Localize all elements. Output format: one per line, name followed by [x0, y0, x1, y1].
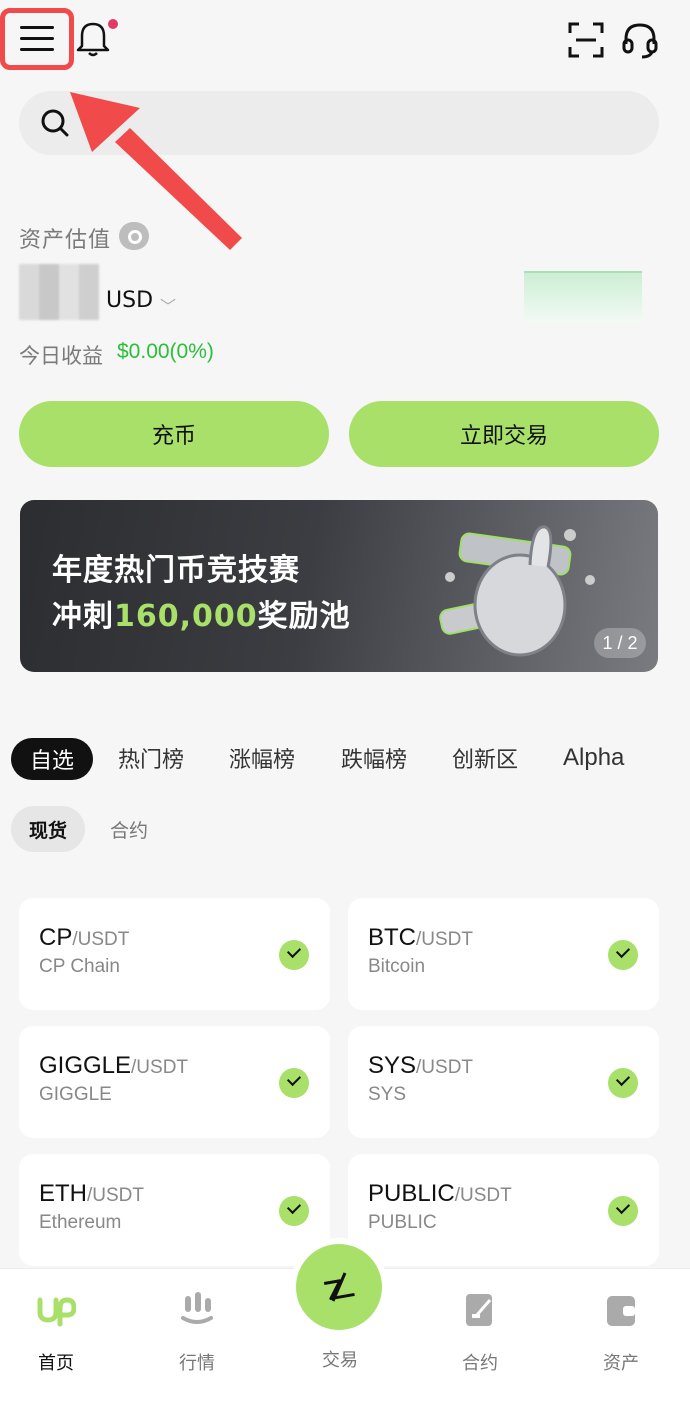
- nav-futures[interactable]: 合约: [440, 1290, 520, 1375]
- thumbs-up-trophy-icon: [439, 525, 595, 657]
- chevron-down-icon[interactable]: ﹀: [160, 293, 176, 317]
- pair-quote: /USDT: [87, 1185, 144, 1206]
- tab-alpha[interactable]: Alpha: [563, 744, 624, 772]
- coin-name: PUBLIC: [368, 1212, 437, 1233]
- nav-futures-label: 合约: [462, 1353, 498, 1374]
- pair-base: ETH: [39, 1180, 87, 1207]
- deposit-button[interactable]: 充币: [19, 401, 329, 467]
- trade-fab-button[interactable]: [296, 1244, 382, 1330]
- tab-innovation[interactable]: 创新区: [452, 742, 518, 774]
- hamburger-menu-icon: [20, 26, 54, 52]
- pair-base: GIGGLE: [39, 1052, 132, 1079]
- pair-base: SYS: [368, 1052, 417, 1079]
- coin-name: CP Chain: [39, 956, 120, 977]
- notification-dot: [108, 19, 118, 29]
- pair-quote: /USDT: [416, 1057, 474, 1078]
- banner-subtitle-prefix: 冲刺: [52, 599, 114, 634]
- pair-label: CP/USDT: [39, 924, 129, 952]
- eye-icon[interactable]: [119, 222, 149, 250]
- subtab-futures[interactable]: 合约: [110, 816, 148, 843]
- today-pnl-value: $0.00(0%): [117, 340, 214, 363]
- today-pnl-label: 今日收益: [19, 344, 103, 368]
- pair-quote: /USDT: [131, 1057, 189, 1078]
- market-icon: [181, 1292, 213, 1324]
- tab-losers[interactable]: 跌幅榜: [341, 742, 407, 774]
- check-icon[interactable]: [608, 940, 638, 970]
- nav-home[interactable]: 首页: [16, 1290, 96, 1375]
- pair-label: GIGGLE/USDT: [39, 1052, 188, 1080]
- pair-label: PUBLIC/USDT: [368, 1180, 512, 1208]
- pair-label: BTC/USDT: [368, 924, 473, 952]
- watchlist-card[interactable]: BTC/USDT Bitcoin: [348, 898, 659, 1010]
- watchlist-card[interactable]: SYS/USDT SYS: [348, 1026, 659, 1138]
- watchlist-card[interactable]: CP/USDT CP Chain: [19, 898, 330, 1010]
- subtab-spot[interactable]: 现货: [11, 806, 85, 852]
- asset-valuation-label: 资产估值: [19, 228, 112, 253]
- wallet-icon: [607, 1296, 635, 1326]
- nav-trade-label[interactable]: 交易: [300, 1346, 380, 1372]
- check-icon[interactable]: [608, 1068, 638, 1098]
- banner-title: 年度热门币竞技赛: [52, 553, 300, 588]
- nav-home-label: 首页: [38, 1353, 74, 1374]
- pair-quote: /USDT: [416, 929, 473, 950]
- coin-name: Bitcoin: [368, 956, 426, 977]
- banner-prize-amount: 160,000: [114, 599, 258, 634]
- pair-label: ETH/USDT: [39, 1180, 144, 1208]
- futures-icon: [466, 1294, 492, 1326]
- hidden-balance: [19, 264, 99, 320]
- banner-page-indicator: 1 / 2: [594, 628, 646, 658]
- bell-icon[interactable]: [74, 18, 112, 58]
- pair-label: SYS/USDT: [368, 1052, 473, 1080]
- headset-icon[interactable]: [620, 20, 660, 60]
- coin-name: SYS: [368, 1084, 407, 1105]
- balance-sparkline: [524, 271, 642, 323]
- trade-icon: [323, 1272, 355, 1302]
- watchlist-card[interactable]: GIGGLE/USDT GIGGLE: [19, 1026, 330, 1138]
- scan-icon[interactable]: [566, 20, 606, 60]
- check-icon[interactable]: [279, 940, 309, 970]
- currency-selector[interactable]: USD: [106, 288, 153, 313]
- check-icon[interactable]: [279, 1196, 309, 1226]
- watchlist-card[interactable]: ETH/USDT Ethereum: [19, 1154, 330, 1266]
- coin-name: Ethereum: [39, 1212, 122, 1233]
- coin-name: GIGGLE: [39, 1084, 112, 1105]
- tab-hot[interactable]: 热门榜: [118, 742, 184, 774]
- home-logo-icon: [37, 1297, 77, 1327]
- pair-quote: /USDT: [454, 1185, 512, 1206]
- menu-button[interactable]: [0, 8, 74, 70]
- trade-now-button[interactable]: 立即交易: [349, 401, 659, 467]
- pair-base: CP: [39, 924, 73, 951]
- watchlist-card[interactable]: PUBLIC/USDT PUBLIC: [348, 1154, 659, 1266]
- banner-subtitle: 冲刺160,000奖励池: [52, 591, 351, 635]
- nav-market[interactable]: 行情: [157, 1290, 237, 1375]
- tab-watchlist[interactable]: 自选: [11, 738, 93, 780]
- tab-gainers[interactable]: 涨幅榜: [229, 742, 295, 774]
- pair-base: PUBLIC: [368, 1180, 455, 1207]
- pair-quote: /USDT: [72, 929, 130, 950]
- check-icon[interactable]: [279, 1068, 309, 1098]
- nav-assets[interactable]: 资产: [581, 1290, 661, 1375]
- banner-subtitle-suffix: 奖励池: [257, 599, 351, 634]
- check-icon[interactable]: [608, 1196, 638, 1226]
- nav-market-label: 行情: [179, 1353, 215, 1374]
- nav-assets-label: 资产: [603, 1353, 639, 1374]
- pair-base: BTC: [368, 924, 416, 951]
